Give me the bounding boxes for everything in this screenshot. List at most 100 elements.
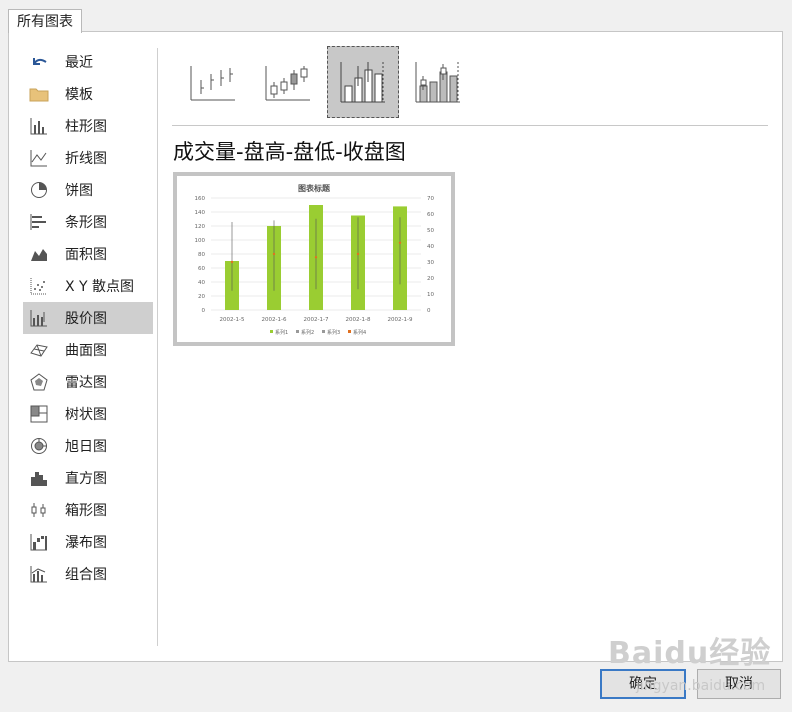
y2-tick-label: 20 bbox=[427, 276, 434, 282]
sidebar-item-label: 饼图 bbox=[65, 183, 93, 199]
sidebar-item-scatter-chart[interactable]: X Y 散点图 bbox=[23, 270, 153, 302]
histogram-chart-icon bbox=[29, 468, 49, 488]
sidebar-item-undo-arrow[interactable]: 最近 bbox=[23, 46, 153, 78]
scatter-chart-icon bbox=[29, 276, 49, 296]
y-tick-label: 20 bbox=[198, 294, 205, 300]
chart-preview[interactable]: 图表标题 0 20 40 60 80 100 120 140 160 0 10 20 30 40 50 60 70… bbox=[173, 172, 455, 346]
bar-chart-icon bbox=[29, 212, 49, 232]
x-tick-label: 2002-1-5 bbox=[220, 317, 245, 323]
sidebar-item-waterfall-chart[interactable]: 瀑布图 bbox=[23, 526, 153, 558]
legend-swatch bbox=[348, 330, 351, 333]
close-marker bbox=[398, 241, 402, 244]
legend-entry: 系列4 bbox=[353, 329, 366, 336]
sidebar-item-label: 组合图 bbox=[65, 567, 107, 583]
divider bbox=[172, 125, 768, 126]
y-tick-label: 60 bbox=[198, 266, 205, 272]
chart-title: 图表标题 bbox=[298, 183, 331, 193]
tab-all-charts[interactable]: 所有图表 bbox=[8, 9, 82, 33]
sidebar-item-stock-chart[interactable]: 股价图 bbox=[23, 302, 153, 334]
legend-swatch bbox=[296, 330, 299, 333]
combo-chart-icon bbox=[29, 564, 49, 584]
volume-open-high-low-close-icon bbox=[415, 62, 460, 103]
waterfall-chart-icon bbox=[29, 532, 49, 552]
sidebar-item-label: 模板 bbox=[65, 87, 93, 103]
close-marker bbox=[356, 252, 360, 256]
folder-icon bbox=[29, 84, 49, 104]
preview-chart-svg: 图表标题 0 20 40 60 80 100 120 140 160 0 10 20 30 40 50 60 70… bbox=[195, 183, 435, 336]
x-tick-label: 2002-1-9 bbox=[388, 317, 413, 323]
sidebar-item-radar-chart[interactable]: 雷达图 bbox=[23, 366, 153, 398]
y-tick-label: 120 bbox=[195, 224, 206, 230]
sidebar-item-label: 曲面图 bbox=[65, 343, 107, 359]
sidebar-item-histogram-chart[interactable]: 直方图 bbox=[23, 462, 153, 494]
y-tick-label: 140 bbox=[195, 210, 206, 216]
divider bbox=[157, 48, 158, 646]
y2-tick-label: 70 bbox=[427, 196, 434, 202]
y2-tick-label: 50 bbox=[427, 228, 434, 234]
sidebar-item-surface-chart[interactable]: 曲面图 bbox=[23, 334, 153, 366]
sidebar-item-label: 直方图 bbox=[65, 471, 107, 487]
chart-subtype-title: 成交量-盘高-盘低-收盘图 bbox=[173, 140, 406, 164]
legend-entry: 系列1 bbox=[275, 329, 288, 336]
y-tick-label: 160 bbox=[195, 196, 206, 202]
sidebar-item-label: 面积图 bbox=[65, 247, 107, 263]
legend-entry: 系列3 bbox=[327, 329, 340, 336]
sidebar-item-label: 箱形图 bbox=[65, 503, 107, 519]
volume-high-low-close-icon bbox=[340, 62, 385, 103]
sidebar-item-label: 柱形图 bbox=[65, 119, 107, 135]
sidebar-item-bar-chart[interactable]: 条形图 bbox=[23, 206, 153, 238]
sidebar-item-area-chart[interactable]: 面积图 bbox=[23, 238, 153, 270]
sidebar-item-box-whisker-chart[interactable]: 箱形图 bbox=[23, 494, 153, 526]
area-chart-icon bbox=[29, 244, 49, 264]
sidebar-item-line-chart[interactable]: 折线图 bbox=[23, 142, 153, 174]
legend-swatch bbox=[322, 330, 325, 333]
x-tick-label: 2002-1-8 bbox=[346, 317, 371, 323]
sidebar-item-sunburst-chart[interactable]: 旭日图 bbox=[23, 430, 153, 462]
sidebar-item-treemap-chart[interactable]: 树状图 bbox=[23, 398, 153, 430]
y-tick-label: 100 bbox=[195, 238, 206, 244]
stock-chart-icon bbox=[29, 308, 49, 328]
baidu-watermark: Baidu经验 bbox=[608, 636, 772, 671]
sidebar-item-label: 瀑布图 bbox=[65, 535, 107, 551]
legend-entry: 系列2 bbox=[301, 329, 314, 336]
y-tick-label: 80 bbox=[198, 252, 205, 258]
y2-tick-label: 0 bbox=[427, 308, 431, 314]
chart-type-panel: 最近模板柱形图折线图饼图条形图面积图 X Y 散点图 股价图曲面图雷达图树状图旭日图… bbox=[8, 31, 783, 662]
line-chart-icon bbox=[29, 148, 49, 168]
y2-tick-label: 10 bbox=[427, 292, 434, 298]
chart-category-sidebar: 最近模板柱形图折线图饼图条形图面积图 X Y 散点图 股价图曲面图雷达图树状图旭日图… bbox=[23, 46, 153, 590]
close-marker bbox=[230, 260, 234, 264]
y2-tick-label: 60 bbox=[427, 212, 434, 218]
subtype-volume-open-high-low-close[interactable] bbox=[402, 46, 474, 118]
open-high-low-close-icon bbox=[265, 66, 310, 101]
sidebar-item-label: 条形图 bbox=[65, 215, 107, 231]
column-chart-icon bbox=[29, 116, 49, 136]
sidebar-item-label: 股价图 bbox=[65, 311, 107, 327]
subtype-volume-high-low-close[interactable] bbox=[327, 46, 399, 118]
sidebar-item-label: 雷达图 bbox=[65, 375, 107, 391]
sidebar-item-label: 最近 bbox=[65, 55, 93, 71]
sidebar-item-combo-chart[interactable]: 组合图 bbox=[23, 558, 153, 590]
legend-swatch bbox=[270, 330, 273, 333]
treemap-chart-icon bbox=[29, 404, 49, 424]
surface-chart-icon bbox=[29, 340, 49, 360]
undo-arrow-icon bbox=[29, 52, 49, 72]
sunburst-chart-icon bbox=[29, 436, 49, 456]
sidebar-item-folder[interactable]: 模板 bbox=[23, 78, 153, 110]
radar-chart-icon bbox=[29, 372, 49, 392]
y2-tick-label: 30 bbox=[427, 260, 434, 266]
sidebar-item-label: X Y 散点图 bbox=[65, 279, 135, 295]
x-tick-label: 2002-1-6 bbox=[262, 317, 287, 323]
sidebar-item-column-chart[interactable]: 柱形图 bbox=[23, 110, 153, 142]
stock-subtype-gallery bbox=[177, 46, 477, 120]
sidebar-item-label: 树状图 bbox=[65, 407, 107, 423]
subtype-high-low-close[interactable] bbox=[177, 46, 249, 118]
sidebar-item-pie-chart[interactable]: 饼图 bbox=[23, 174, 153, 206]
y-tick-label: 40 bbox=[198, 280, 205, 286]
close-marker bbox=[272, 252, 276, 256]
x-tick-label: 2002-1-7 bbox=[304, 317, 329, 323]
baidu-watermark-url: jingyan.baidu.com bbox=[636, 678, 766, 694]
high-low-close-icon bbox=[190, 66, 235, 101]
subtype-open-high-low-close[interactable] bbox=[252, 46, 324, 118]
sidebar-item-label: 折线图 bbox=[65, 151, 107, 167]
